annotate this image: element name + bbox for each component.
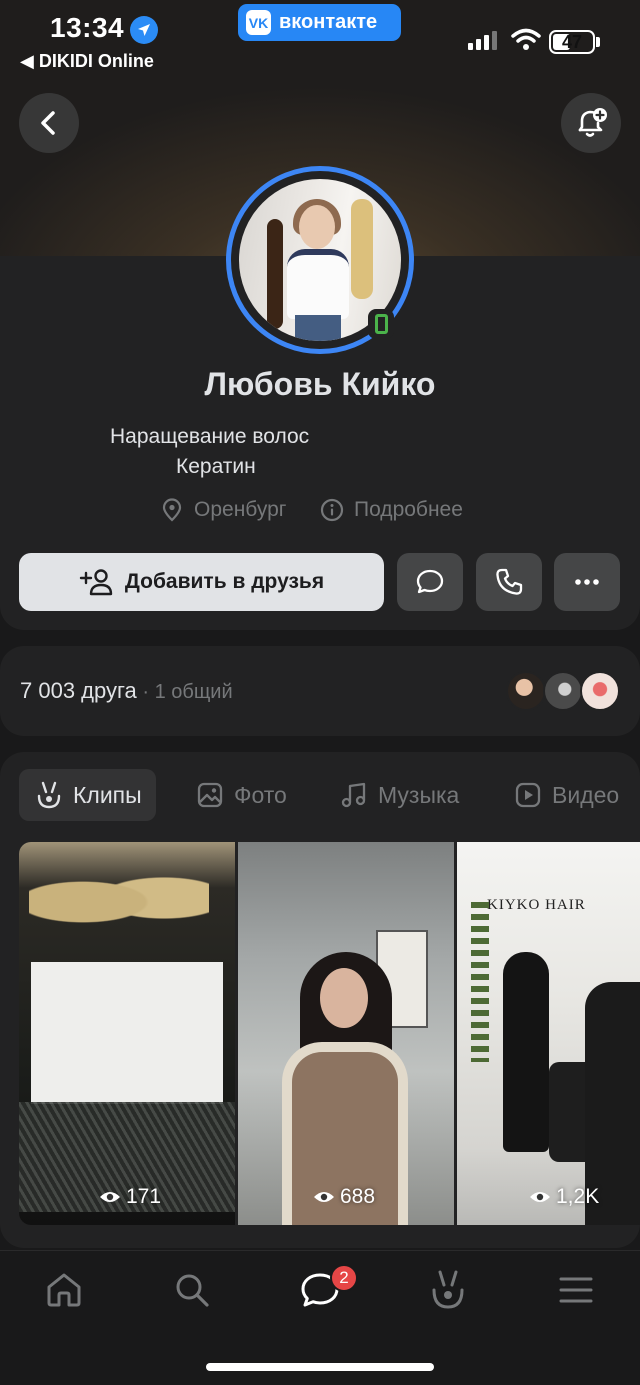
profile-details-label: Подробнее [354,498,463,521]
wifi-icon [511,28,541,50]
profile-name: Любовь Кийко [204,366,436,402]
video-icon [515,782,541,808]
profile-city-label: Оренбург [194,498,287,521]
home-icon [47,1273,81,1307]
add-friend-button[interactable]: Добавить в друзья [19,553,384,611]
clip-thumbnail[interactable] [19,842,235,1225]
more-actions-button[interactable] [554,553,620,611]
message-icon [416,569,444,594]
bell-plus-icon [578,108,607,137]
map-pin-icon [162,498,182,522]
tab-clips-label: Клипы [73,781,142,808]
friends-count: 7 003 друга [20,678,137,703]
clip-views: 1,2K [529,1185,599,1209]
clip-views-count: 1,2K [556,1185,600,1208]
menu-icon [559,1277,593,1303]
status-bar: 13:34 ◀ DIKIDI Online VK вконтакте 47 [0,0,640,80]
clip-views: 688 [313,1185,375,1209]
battery-icon: 47 [549,30,595,54]
tab-photo-label: Фото [234,781,287,808]
eye-icon [530,1192,550,1202]
friends-separator: · [136,681,155,703]
profile-details-link[interactable]: Подробнее [320,498,463,522]
phone-icon [496,568,523,595]
friends-summary: 7 003 друга · 1 общий [20,678,233,704]
tab-clips[interactable]: Клипы [19,769,156,821]
tabbar-search[interactable] [170,1268,214,1312]
clip-thumbnail[interactable]: KIYKO HAIR [457,842,640,1225]
back-button[interactable] [19,93,79,153]
add-user-icon [79,569,113,596]
back-icon [41,111,55,135]
tab-video-label: Видео [552,781,620,808]
add-friend-label: Добавить в друзья [124,570,325,593]
friend-avatar [506,671,546,711]
media-tabs: Клипы Фото Музыка Видео [0,769,640,823]
clip-views: 171 [99,1185,161,1209]
tabbar-home[interactable] [42,1268,86,1312]
clip-thumbnail[interactable] [238,842,454,1225]
vk-app-pill[interactable]: VK вконтакте [238,4,401,41]
battery-level: 47 [561,31,583,52]
location-arrow-icon [130,16,158,44]
subscribe-notifications-button[interactable] [561,93,621,153]
search-icon [176,1274,209,1307]
send-message-button[interactable] [397,553,463,611]
music-icon [341,782,366,808]
clips-icon [432,1270,464,1309]
clip-views-count: 688 [340,1185,376,1208]
tabbar-menu[interactable] [554,1268,598,1312]
info-icon [320,498,344,522]
tab-video[interactable]: Видео [514,769,619,821]
photo-icon [197,782,223,808]
messages-badge: 2 [330,1264,358,1292]
profile-city: Оренбург [160,498,286,522]
friend-avatar [543,671,583,711]
eye-icon [100,1192,120,1202]
vk-logo-icon: VK [246,10,271,35]
eye-icon [314,1192,334,1202]
call-button[interactable] [476,553,542,611]
tab-photo[interactable]: Фото [196,769,287,821]
tab-music[interactable]: Музыка [340,769,459,821]
clips-icon [37,781,61,809]
profile-status-line-1: Наращевание волос [110,425,310,448]
salon-sign: KIYKO HAIR [487,897,586,913]
status-time: 13:34 [50,12,125,43]
home-indicator [206,1363,434,1371]
friend-avatar [580,671,620,711]
signal-icon [468,31,497,50]
online-mobile-badge [368,309,394,339]
more-icon [575,579,599,585]
friends-common: 1 общий [154,681,233,703]
clip-views-count: 171 [126,1185,162,1208]
back-to-app-link[interactable]: ◀ DIKIDI Online [20,51,154,72]
tab-music-label: Музыка [378,781,460,808]
vk-pill-label: вконтакте [279,11,378,33]
profile-status-line-2: Кератин [176,455,256,478]
tabbar-clips[interactable] [426,1268,470,1312]
